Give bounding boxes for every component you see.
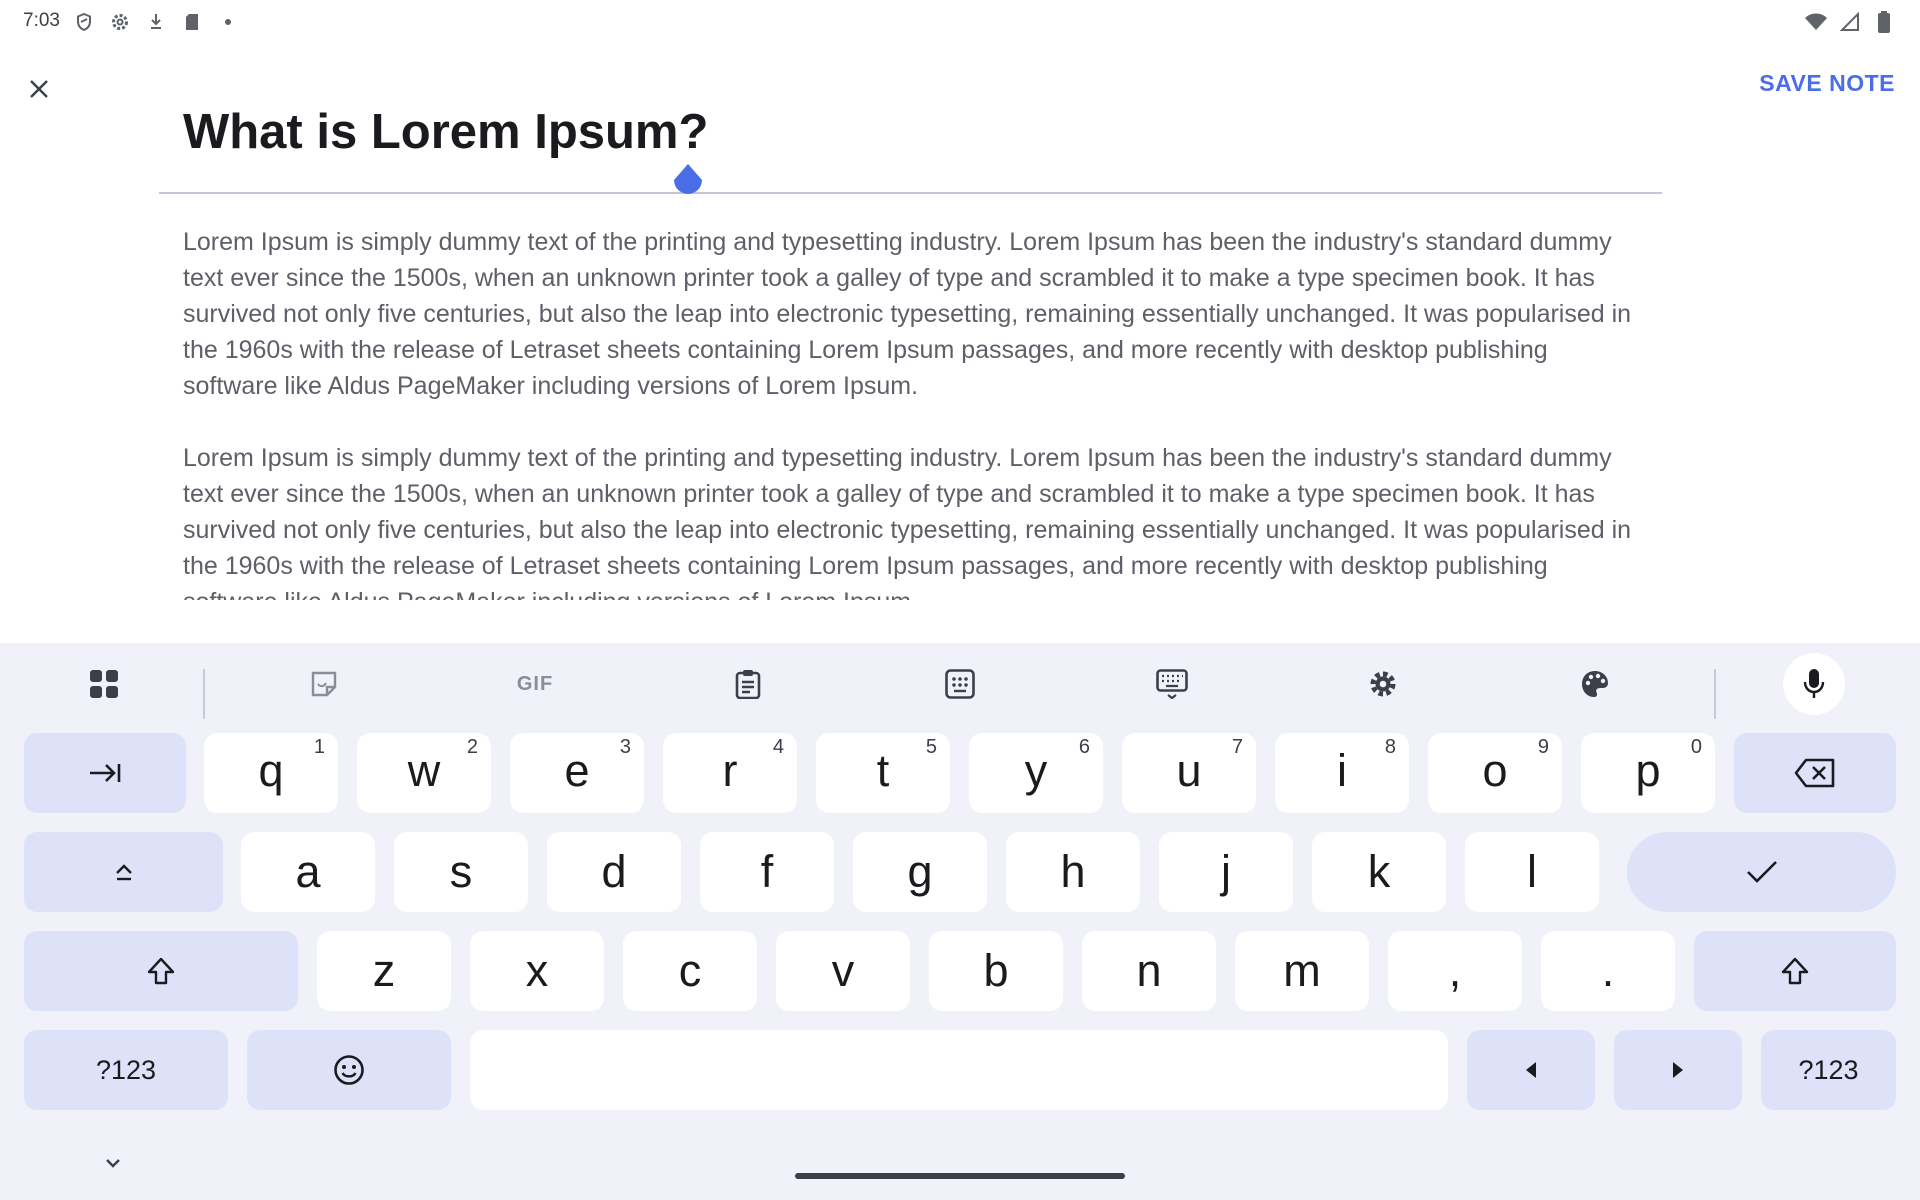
microphone-icon: [1803, 669, 1825, 698]
theme-button[interactable]: [1564, 653, 1626, 715]
key-comma[interactable]: ,: [1388, 931, 1522, 1011]
key-period[interactable]: .: [1541, 931, 1675, 1011]
on-screen-keyboard: GIF q1 w2 e 3 r 4 t 5 y 6 u 7 i 8 o 9 p …: [0, 643, 1920, 1200]
status-right-icons: [1804, 10, 1896, 34]
backspace-icon: [1794, 758, 1835, 788]
key-x[interactable]: x: [470, 931, 604, 1011]
key-z[interactable]: z: [317, 931, 451, 1011]
keyboard-toolbar: GIF: [0, 653, 1920, 719]
key-p[interactable]: p0: [1581, 733, 1715, 813]
key-t[interactable]: t5: [816, 733, 950, 813]
symbols-key-right[interactable]: ?123: [1761, 1030, 1896, 1110]
note-title: What is Lorem Ipsum?: [183, 105, 709, 159]
key-b[interactable]: b: [929, 931, 1063, 1011]
wifi-icon: [1804, 10, 1828, 34]
key-i[interactable]: i8: [1275, 733, 1409, 813]
clipboard-icon: [735, 670, 761, 699]
key-o[interactable]: o9: [1428, 733, 1562, 813]
emoji-key[interactable]: [247, 1030, 451, 1110]
gif-icon: GIF: [516, 672, 554, 695]
key-c[interactable]: c: [623, 931, 757, 1011]
status-left-icons: [72, 10, 240, 34]
key-y[interactable]: y6: [969, 733, 1103, 813]
sticker-button[interactable]: [293, 653, 355, 715]
shift-key-left[interactable]: [24, 931, 298, 1011]
note-body-field[interactable]: Lorem Ipsum is simply dummy text of the …: [183, 224, 1633, 600]
symbols-key-left[interactable]: ?123: [24, 1030, 228, 1110]
backspace-key[interactable]: [1734, 733, 1896, 813]
tab-key[interactable]: [24, 733, 186, 813]
key-l[interactable]: l: [1465, 832, 1599, 912]
home-gesture-bar[interactable]: [795, 1173, 1125, 1179]
shift-icon: [1781, 957, 1809, 985]
note-title-field[interactable]: What is Lorem Ipsum?: [159, 92, 1662, 194]
key-m[interactable]: m: [1235, 931, 1369, 1011]
key-n[interactable]: n: [1082, 931, 1216, 1011]
download-icon: [144, 10, 168, 34]
hide-keyboard-button[interactable]: [98, 1150, 128, 1176]
key-h[interactable]: h: [1006, 832, 1140, 912]
sticker-icon: [311, 671, 337, 697]
emoji-icon: [334, 1055, 364, 1085]
keyboard-icon: [1156, 669, 1188, 699]
shift-key-right[interactable]: [1694, 931, 1896, 1011]
tab-icon: [90, 764, 121, 782]
cursor-left-key[interactable]: [1467, 1030, 1595, 1110]
dot-icon: [216, 10, 240, 34]
save-note-button[interactable]: SAVE NOTE: [1759, 70, 1895, 97]
note-paragraph: Lorem Ipsum is simply dummy text of the …: [183, 444, 1632, 600]
key-w[interactable]: w2: [357, 733, 491, 813]
key-r[interactable]: r4: [663, 733, 797, 813]
gif-button[interactable]: GIF: [504, 653, 566, 715]
toolbar-divider: [1714, 669, 1716, 719]
battery-icon: [1872, 10, 1896, 34]
shield-icon: [72, 10, 96, 34]
key-s[interactable]: s: [394, 832, 528, 912]
apps-grid-button[interactable]: [73, 653, 135, 715]
key-d[interactable]: d: [547, 832, 681, 912]
status-time: 7:03: [23, 10, 60, 31]
text-cursor-handle[interactable]: [672, 164, 704, 198]
key-a[interactable]: a: [241, 832, 375, 912]
key-g[interactable]: g: [853, 832, 987, 912]
key-u[interactable]: u7: [1122, 733, 1256, 813]
cellular-icon: [1838, 10, 1862, 34]
status-bar: 7:03: [0, 0, 1920, 44]
key-v[interactable]: v: [776, 931, 910, 1011]
clipboard-button[interactable]: [717, 653, 779, 715]
close-icon: [30, 80, 48, 98]
space-bar[interactable]: [470, 1030, 1448, 1110]
caps-lock-icon: [115, 864, 132, 881]
caps-lock-key[interactable]: [24, 832, 223, 912]
shift-icon: [147, 957, 175, 985]
key-e[interactable]: e3: [510, 733, 644, 813]
settings-button[interactable]: [1352, 653, 1414, 715]
cursor-right-key[interactable]: [1614, 1030, 1742, 1110]
toolbar-divider: [203, 669, 205, 719]
close-button[interactable]: [18, 68, 60, 110]
chevron-down-icon: [106, 1159, 120, 1168]
sd-card-icon: [180, 10, 204, 34]
note-paragraph: Lorem Ipsum is simply dummy text of the …: [183, 228, 1632, 400]
arrow-left-icon: [1526, 1062, 1536, 1078]
numpad-icon: [945, 669, 975, 699]
key-q[interactable]: q1: [204, 733, 338, 813]
keyboard-mode-button[interactable]: [1141, 653, 1203, 715]
enter-key[interactable]: [1627, 832, 1896, 912]
voice-input-button[interactable]: [1783, 653, 1845, 715]
key-f[interactable]: f: [700, 832, 834, 912]
gear-icon: [1370, 671, 1396, 697]
numpad-button[interactable]: [929, 653, 991, 715]
arrow-right-icon: [1673, 1062, 1683, 1078]
palette-icon: [1582, 671, 1608, 697]
key-j[interactable]: j: [1159, 832, 1293, 912]
gear-icon: [108, 10, 132, 34]
apps-grid-icon: [90, 670, 118, 698]
checkmark-icon: [1746, 861, 1777, 883]
key-k[interactable]: k: [1312, 832, 1446, 912]
